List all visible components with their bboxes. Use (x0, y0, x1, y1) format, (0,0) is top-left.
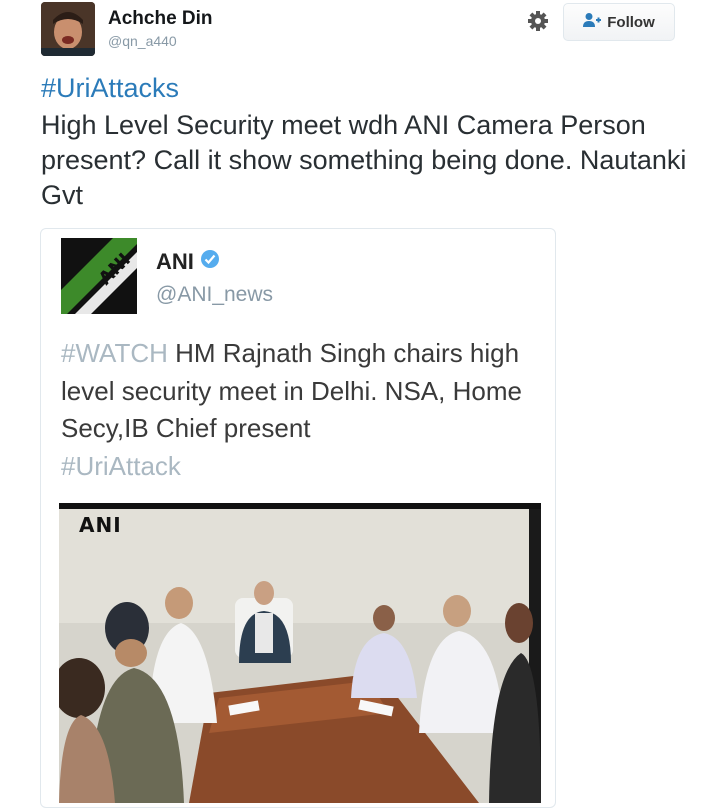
author-display-name[interactable]: Achche Din (108, 8, 213, 30)
verified-badge-icon (200, 249, 220, 275)
media-top-bar (59, 503, 541, 509)
author-handle[interactable]: @qn_a440 (108, 33, 177, 49)
follow-button[interactable]: Follow (563, 3, 675, 41)
media-watermark: ANI (79, 513, 122, 537)
quoted-author-name[interactable]: ANI (156, 249, 220, 275)
meeting-photo (59, 503, 541, 803)
tweet-hashtag-link[interactable]: #UriAttacks (41, 73, 179, 104)
quoted-author-handle[interactable]: @ANI_news (156, 283, 273, 307)
ani-logo: ANI (61, 238, 137, 314)
quoted-tweet-text: #WATCH HM Rajnath Singh chairs high leve… (61, 335, 541, 485)
quoted-media-image[interactable]: ANI (59, 503, 541, 803)
tweet-text: High Level Security meet wdh ANI Camera … (41, 110, 687, 210)
quoted-tweet-card[interactable]: ANI ANI @ANI_news #WATCH HM Rajnath Sing… (40, 228, 556, 808)
quoted-author-name-text: ANI (156, 249, 194, 274)
add-user-icon (583, 12, 602, 32)
author-avatar[interactable] (41, 2, 95, 56)
gear-icon[interactable] (526, 9, 550, 33)
quoted-hashtag-watch[interactable]: #WATCH (61, 338, 168, 368)
tweet-header: Achche Din @qn_a440 Follow (0, 0, 720, 70)
follow-label: Follow (607, 13, 655, 31)
quoted-hashtag-uriattack[interactable]: #UriAttack (61, 451, 181, 481)
